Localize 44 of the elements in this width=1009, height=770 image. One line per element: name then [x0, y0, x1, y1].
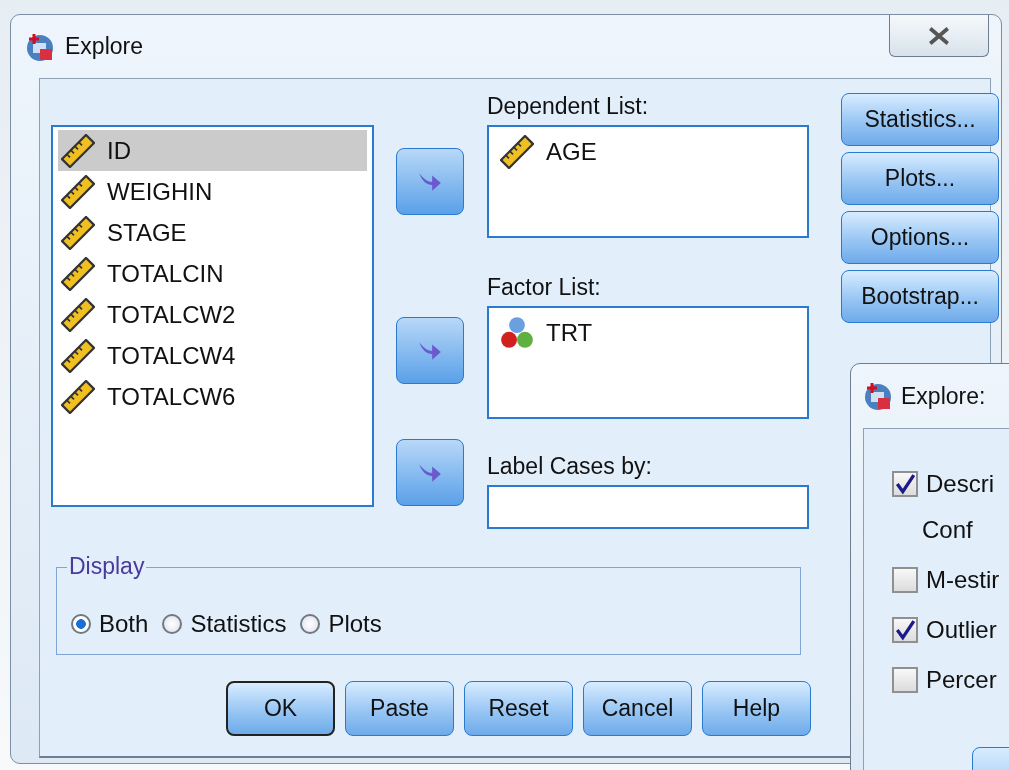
variable-name: TOTALCW2	[107, 300, 236, 329]
checkbox-option[interactable]: M-estir	[892, 555, 1009, 605]
variable-name: WEIGHIN	[107, 177, 213, 206]
dialog-button[interactable]: Statistics...	[841, 93, 999, 146]
dialog-button[interactable]: OK	[226, 681, 335, 736]
group-label: Display	[67, 553, 147, 580]
variable-name: TOTALCW6	[107, 382, 236, 411]
variable-name: TOTALCW4	[107, 341, 236, 370]
dialog-button[interactable]: Options...	[841, 211, 999, 264]
checkbox-option[interactable]: Outlier	[892, 605, 1009, 655]
radio-option[interactable]: Both	[71, 610, 149, 638]
variable-item[interactable]: ID	[58, 130, 367, 171]
dialog-button[interactable]: Plots...	[841, 152, 999, 205]
radio-option[interactable]: Plots	[300, 610, 382, 638]
variable-list[interactable]: ID WEIGHIN STAGE TOTALCIN TOTALCW2 TOTALCW4 TOTALCW6	[51, 125, 374, 507]
factor-list-label: Factor List:	[487, 274, 602, 302]
variable-item[interactable]: AGE	[497, 131, 799, 172]
dialog-button[interactable]: Reset	[464, 681, 573, 736]
variable-name: AGE	[546, 137, 597, 166]
option-label: Conf	[921, 515, 974, 545]
variable-item[interactable]: STAGE	[58, 212, 367, 253]
checkbox-option[interactable]: Percer	[892, 655, 1009, 705]
factor-list[interactable]: TRT	[487, 306, 809, 419]
dialog-button[interactable]: Cancel	[583, 681, 692, 736]
variable-item[interactable]: TOTALCIN	[58, 253, 367, 294]
dependent-list[interactable]: AGE	[487, 125, 809, 238]
variable-name: STAGE	[107, 218, 187, 247]
variable-item[interactable]: TRT	[497, 312, 799, 353]
window-title: Explore	[65, 33, 143, 60]
dialog-button[interactable]: Paste	[345, 681, 454, 736]
variable-name: TOTALCIN	[107, 259, 224, 288]
dependent-list-label: Dependent List:	[487, 93, 650, 121]
variable-item[interactable]: WEIGHIN	[58, 171, 367, 212]
dialog-button[interactable]: Bootstrap...	[841, 270, 999, 323]
variable-name: TRT	[546, 318, 593, 347]
label-cases-label: Label Cases by:	[487, 453, 653, 481]
variable-item[interactable]: TOTALCW4	[58, 335, 367, 376]
variable-item[interactable]: TOTALCW2	[58, 294, 367, 335]
window-title: Explore:	[901, 382, 986, 410]
variable-item[interactable]: TOTALCW6	[58, 376, 367, 417]
dialog-button[interactable]: Help	[702, 681, 811, 736]
checkbox-option[interactable]: Descri	[892, 459, 1009, 509]
variable-name: ID	[107, 136, 131, 165]
radio-option[interactable]: Statistics	[162, 610, 287, 638]
